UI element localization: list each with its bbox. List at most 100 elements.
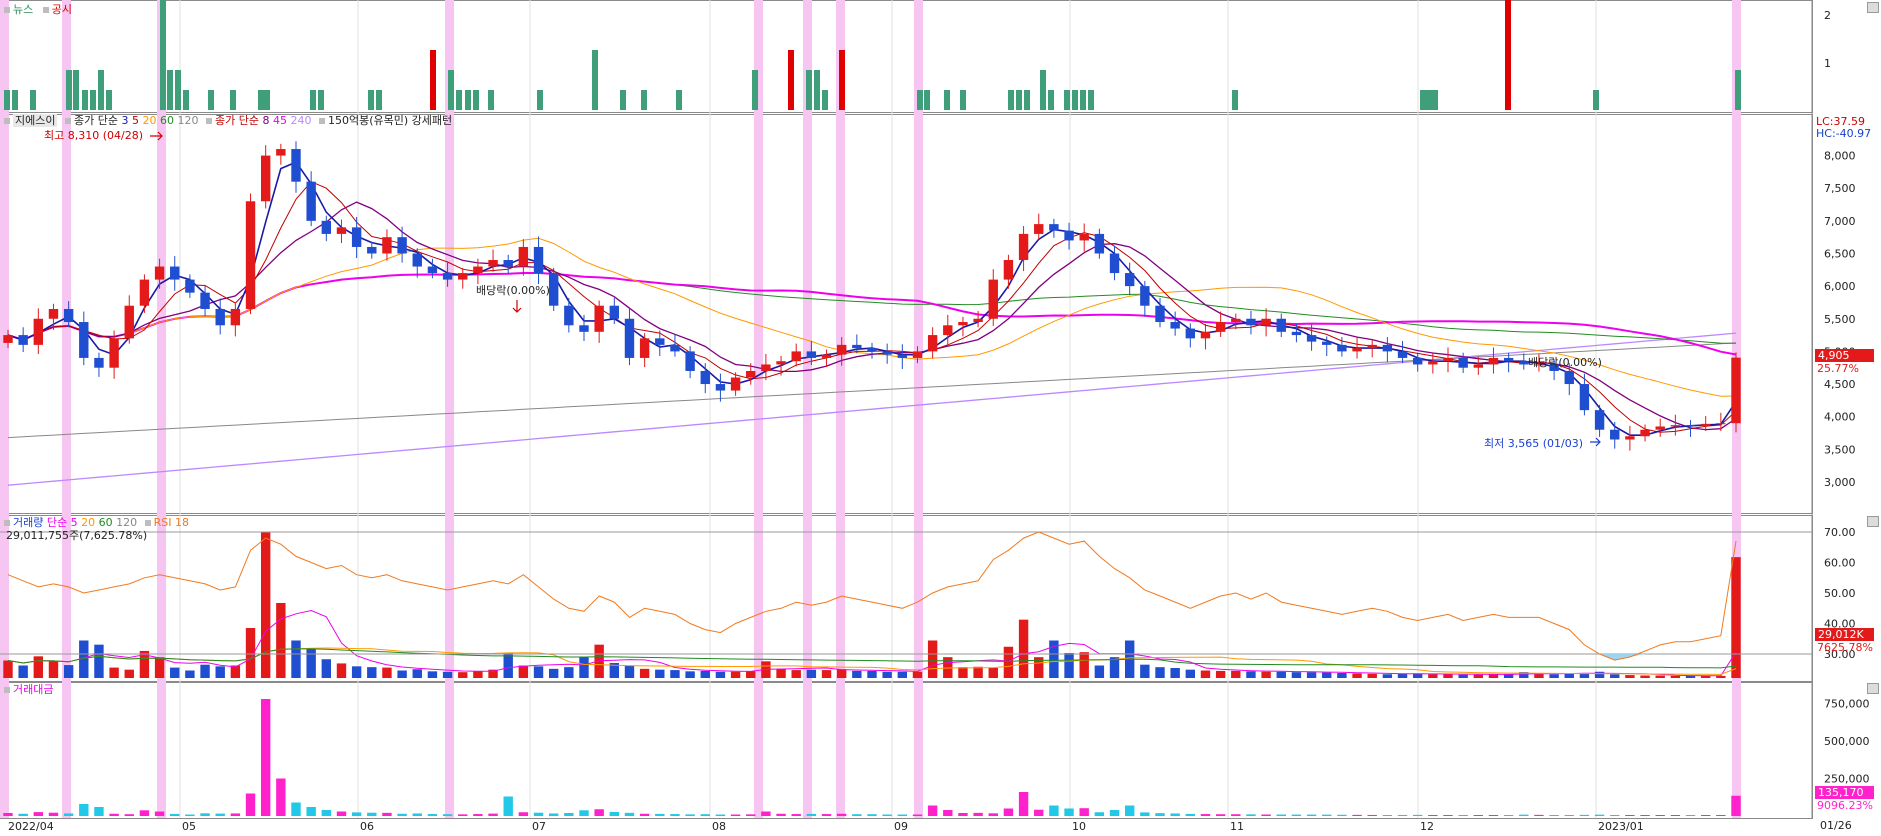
candle-body bbox=[1018, 233, 1029, 261]
amount-bar bbox=[185, 814, 195, 816]
vol-ma-60: 60 bbox=[98, 516, 113, 529]
news-bar bbox=[1080, 90, 1086, 110]
candle-body bbox=[1337, 344, 1347, 352]
volume-legend-label[interactable]: 거래량 bbox=[13, 516, 43, 529]
candle-body bbox=[397, 237, 407, 254]
amount-bar bbox=[79, 804, 89, 816]
volume-ma-label[interactable]: 단순 bbox=[47, 516, 67, 529]
amount-bar bbox=[1094, 812, 1105, 816]
volume-bar bbox=[1185, 669, 1196, 678]
amount-bar bbox=[1700, 815, 1711, 816]
pattern-label[interactable]: 150억봉(유목민) 강세패턴 bbox=[328, 114, 452, 127]
candle-body bbox=[639, 338, 650, 358]
amount-bar bbox=[488, 813, 498, 816]
volume-bar bbox=[776, 668, 786, 678]
panel-collapse-icon[interactable] bbox=[1867, 2, 1879, 13]
volume-bar bbox=[746, 671, 756, 678]
candle-body bbox=[503, 260, 513, 267]
high-marker-label: 최고 8,310 (04/28) bbox=[44, 129, 144, 142]
rsi-ytick: 60.00 bbox=[1824, 557, 1856, 570]
ma-period-240: 240 bbox=[290, 114, 312, 127]
candle-body bbox=[170, 266, 180, 280]
candle-body bbox=[715, 384, 726, 391]
candle-body bbox=[1579, 384, 1590, 411]
ma-long-label[interactable]: 종가 단순 bbox=[215, 114, 259, 127]
amount-bar bbox=[1170, 813, 1180, 816]
candle-body bbox=[1322, 341, 1332, 345]
amount-bar bbox=[1231, 814, 1241, 816]
candle-body bbox=[700, 370, 710, 385]
amount-bar bbox=[458, 814, 468, 816]
amount-ytick: 250,000 bbox=[1824, 773, 1870, 786]
news-bar bbox=[264, 90, 270, 110]
candle-body bbox=[1094, 233, 1105, 254]
news-bar bbox=[537, 90, 543, 110]
amount-bar bbox=[1458, 815, 1468, 816]
volume-bar bbox=[836, 669, 847, 678]
volume-bar bbox=[336, 663, 347, 678]
candle-body bbox=[427, 266, 438, 274]
amount-legend-icon bbox=[4, 687, 10, 693]
volume-bar bbox=[382, 667, 392, 678]
event-highlight-band bbox=[914, 0, 923, 818]
news-bar bbox=[30, 90, 36, 110]
x-axis-label: 09 bbox=[894, 820, 908, 833]
amount-legend: 거래대금 bbox=[4, 683, 53, 696]
amount-bar bbox=[1412, 814, 1423, 816]
amount-bar bbox=[821, 814, 832, 816]
volume-bar bbox=[518, 665, 529, 678]
amount-bar bbox=[276, 778, 286, 816]
panel-collapse-icon[interactable] bbox=[1867, 683, 1879, 694]
amount-bar bbox=[1503, 815, 1514, 816]
x-axis-label: 2023/01 bbox=[1598, 820, 1644, 833]
amount-bar bbox=[1640, 815, 1650, 816]
amount-bar bbox=[1124, 805, 1135, 816]
candle-body bbox=[260, 155, 271, 202]
amount-bar bbox=[48, 812, 59, 816]
panel-collapse-icon[interactable] bbox=[1867, 516, 1879, 527]
ma-long-icon bbox=[205, 118, 212, 124]
news-bar bbox=[1072, 90, 1078, 110]
candle-body bbox=[79, 322, 89, 358]
amount-bar bbox=[639, 813, 650, 816]
candle-body bbox=[1215, 322, 1226, 332]
volume-bar bbox=[276, 603, 286, 678]
amount-bar bbox=[776, 813, 786, 816]
candle-body bbox=[670, 344, 680, 352]
amount-legend-label[interactable]: 거래대금 bbox=[13, 683, 53, 696]
amount-bar bbox=[1049, 805, 1059, 816]
amount-bar bbox=[746, 814, 756, 816]
volume-bar bbox=[715, 671, 726, 678]
ex-dividend-label-1: 배당락(0.00%) bbox=[476, 284, 550, 297]
volume-bar bbox=[18, 665, 28, 678]
news-bar bbox=[208, 90, 214, 110]
volume-bar bbox=[791, 670, 801, 678]
volume-bar bbox=[1625, 675, 1635, 678]
candle-body bbox=[882, 351, 892, 355]
ma-short-label[interactable]: 종가 단순 bbox=[74, 114, 118, 127]
volume-bar bbox=[1109, 657, 1120, 678]
candle-body bbox=[958, 322, 968, 326]
candle-body bbox=[351, 227, 362, 247]
candle-body bbox=[1625, 436, 1635, 440]
amount-bar bbox=[518, 812, 529, 816]
volume-bar bbox=[1610, 674, 1620, 678]
rsi-legend-label[interactable]: RSI 18 bbox=[154, 516, 189, 529]
stock-name[interactable]: 지에스이 bbox=[13, 114, 58, 127]
price-ytick: 6,500 bbox=[1824, 247, 1856, 260]
amount-bar bbox=[170, 813, 180, 816]
volume-bar bbox=[3, 660, 13, 678]
amount-bar bbox=[730, 814, 741, 816]
amount-bar bbox=[230, 813, 241, 816]
volume-bar bbox=[1094, 665, 1105, 678]
candle-body bbox=[1034, 224, 1044, 234]
candle-body bbox=[230, 308, 241, 326]
volume-bar bbox=[685, 671, 695, 678]
amount-bar bbox=[215, 813, 225, 816]
volume-bar bbox=[988, 668, 998, 678]
news-bar bbox=[456, 90, 462, 110]
candle-body bbox=[1412, 357, 1423, 365]
volume-bar bbox=[1594, 671, 1605, 678]
amount-bar bbox=[154, 811, 165, 816]
event-highlight-band bbox=[803, 0, 812, 818]
